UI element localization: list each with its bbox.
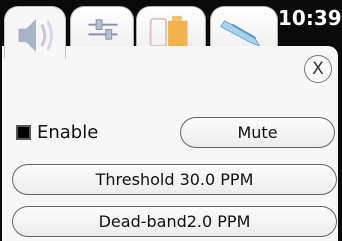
- enable-checkbox[interactable]: [16, 124, 31, 140]
- enable-checkbox-row[interactable]: Enable: [16, 120, 98, 144]
- deadband-label: Dead-band2.0 PPM: [98, 212, 251, 231]
- close-icon: X: [312, 59, 324, 79]
- mute-button[interactable]: Mute: [180, 117, 335, 148]
- clock-time: 10:39: [278, 6, 342, 30]
- alarm-settings-screen: 10:39 X Enable Mute Threshold 30.0 PPM D…: [0, 0, 342, 241]
- speaker-icon: [18, 18, 53, 52]
- mute-label: Mute: [237, 123, 278, 142]
- enable-label: Enable: [37, 121, 99, 143]
- threshold-label: Threshold 30.0 PPM: [95, 170, 254, 189]
- close-button[interactable]: X: [304, 55, 332, 83]
- tab-audio[interactable]: [4, 6, 66, 58]
- threshold-button[interactable]: Threshold 30.0 PPM: [12, 164, 337, 195]
- deadband-button[interactable]: Dead-band2.0 PPM: [12, 206, 337, 237]
